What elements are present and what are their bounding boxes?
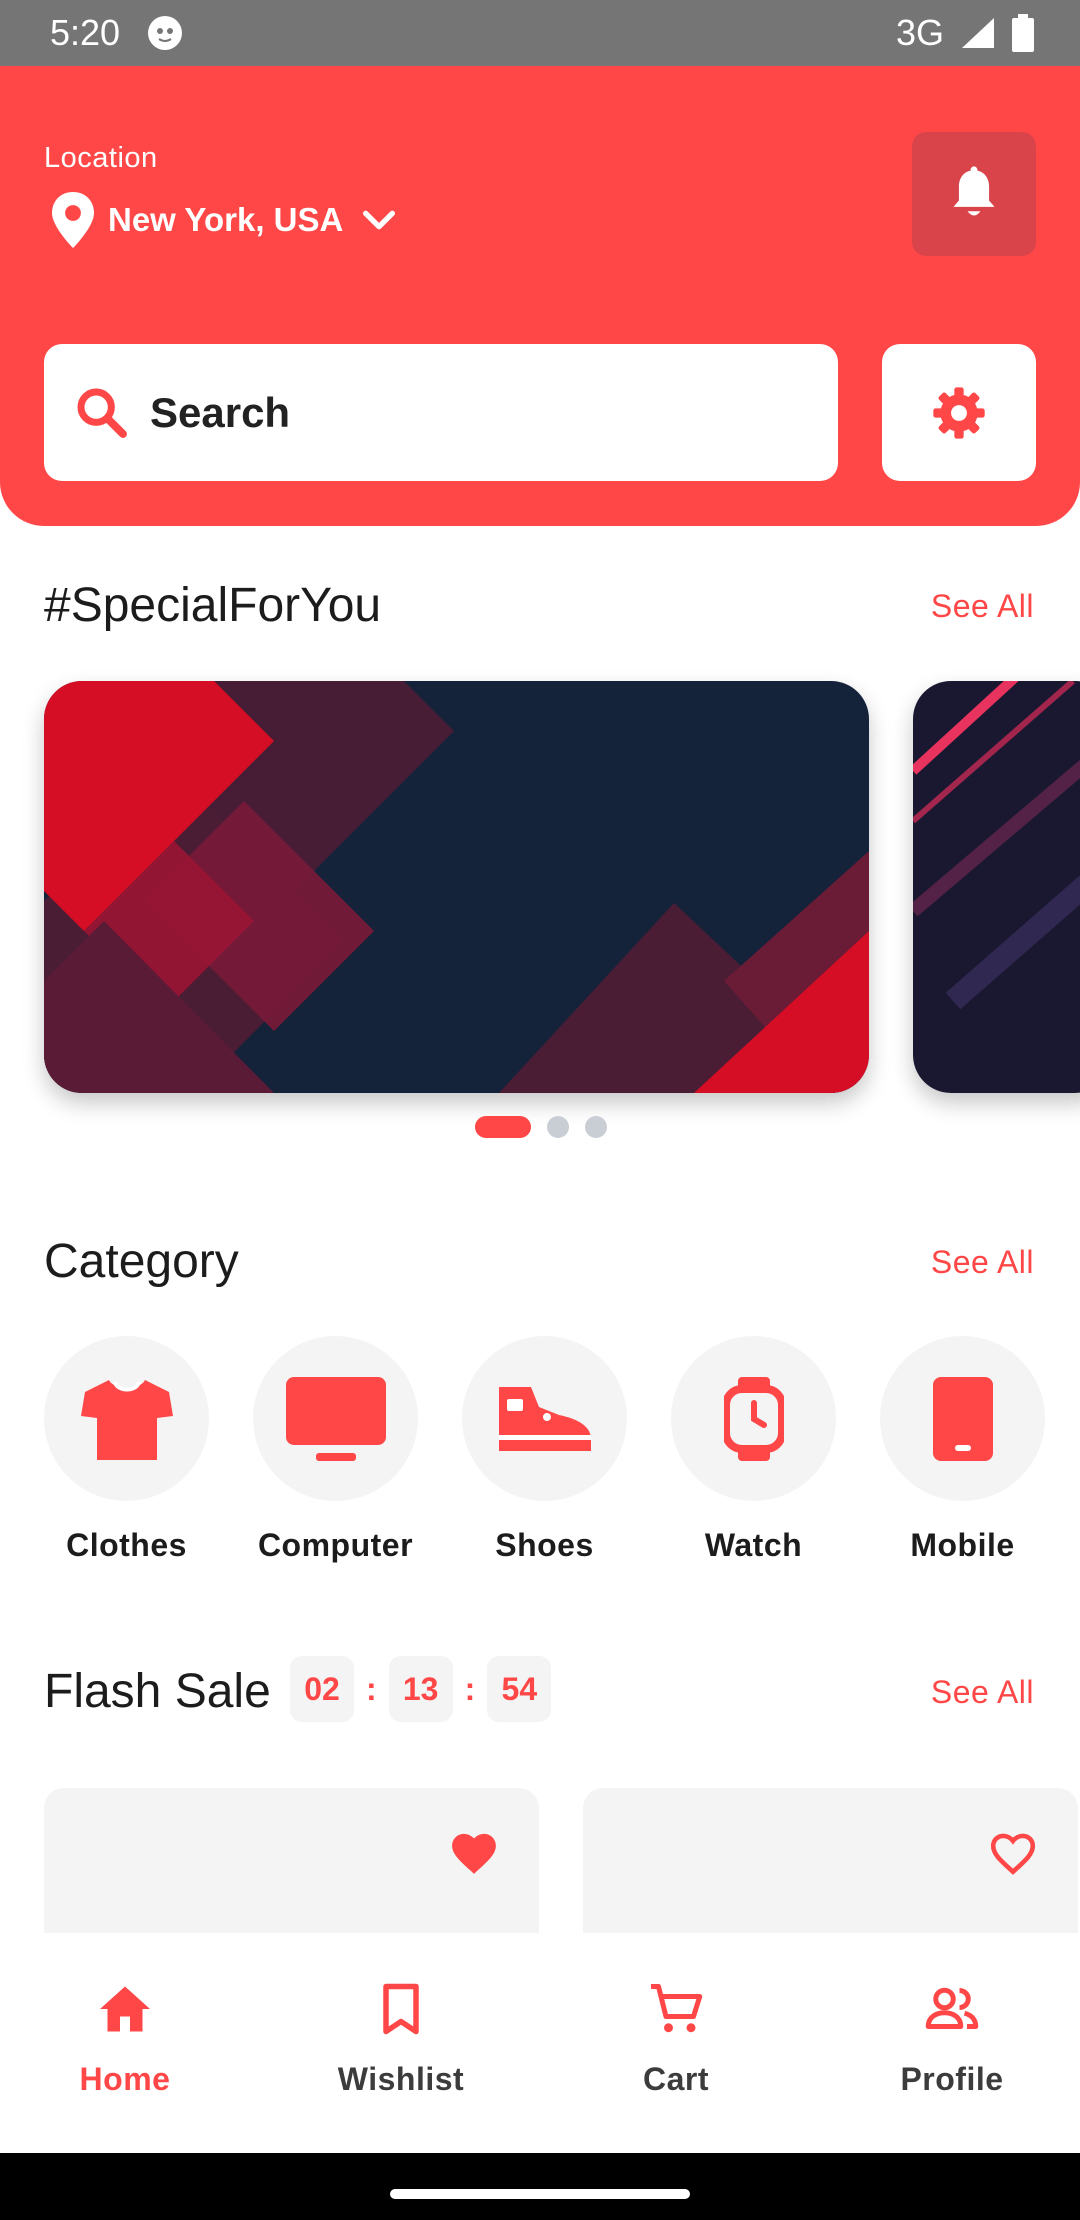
special-see-all-link[interactable]: See All [931,588,1034,625]
promo-banner-next-graphic [913,681,1080,1093]
category-label: Computer [257,1527,414,1563]
location-selector[interactable]: New York, USA [52,192,399,248]
category-label: Watch [704,1527,803,1563]
category-section-title: Category [44,1235,239,1288]
category-icon-circle [44,1336,209,1501]
category-icon-circle [462,1336,627,1501]
location-label: Location [44,142,158,174]
nav-cart[interactable]: Cart [541,1979,811,2098]
category-icon-circle [671,1336,836,1501]
search-icon [77,388,127,438]
gear-icon [933,386,985,439]
timer-minutes: 13 [388,1656,453,1722]
notification-app-icon [148,16,183,50]
nav-profile[interactable]: Profile [817,1979,1080,2098]
carousel-indicator[interactable] [475,1116,607,1138]
nav-home[interactable]: Home [0,1979,260,2098]
shoe-icon [498,1386,591,1451]
nav-wishlist[interactable]: Wishlist [266,1979,536,2098]
category-see-all-link[interactable]: See All [931,1244,1034,1281]
bell-icon [953,166,995,216]
countdown-timer: 02 : 13 : 54 [290,1656,552,1722]
special-section-title: #SpecialForYou [44,579,382,632]
watch-icon [723,1376,784,1461]
nav-label: Cart [642,2061,709,2097]
timer-separator: : [366,1670,377,1707]
header: Location New York, USA [0,66,1080,526]
search-bar[interactable] [44,344,838,481]
home-gesture-handle[interactable] [390,2189,690,2199]
heart-outline-icon[interactable] [988,1828,1038,1878]
network-type: 3G [895,12,944,53]
nav-label: Wishlist [337,2061,465,2097]
carousel-dot[interactable] [547,1116,569,1138]
category-shoes[interactable]: Shoes [462,1336,627,1564]
category-icon-circle [880,1336,1045,1501]
carousel-dot-active[interactable] [475,1116,531,1138]
flash-sale-title: Flash Sale [44,1665,271,1718]
category-label: Shoes [495,1527,594,1563]
promo-banner-next[interactable] [913,681,1080,1093]
phone-icon [932,1376,993,1461]
home-icon [100,1986,150,2032]
status-bar: 5:20 3G [0,0,1080,66]
system-navigation-bar [0,2153,1080,2220]
timer-hours: 02 [290,1656,354,1722]
carousel-dot[interactable] [585,1116,607,1138]
nav-label: Home [79,2061,171,2097]
battery-icon [1012,14,1034,52]
promo-banner[interactable] [44,681,869,1093]
nav-label: Profile [900,2061,1004,2097]
category-icon-circle [253,1336,418,1501]
timer-separator: : [464,1670,476,1707]
heart-filled-icon[interactable] [449,1828,499,1878]
category-clothes[interactable]: Clothes [44,1336,209,1564]
bookmark-icon [383,1983,419,2035]
category-label: Clothes [66,1527,187,1563]
status-time: 5:20 [50,12,121,53]
location-value: New York, USA [108,201,344,238]
search-input[interactable] [150,388,750,437]
notifications-button[interactable] [912,132,1036,256]
promo-banner-graphic [44,681,869,1093]
people-icon [925,1987,979,2029]
timer-seconds: 54 [487,1656,552,1722]
cart-icon [651,1984,703,2033]
bottom-navigation: Home Wishlist Cart Profile [0,1933,1080,2153]
filter-settings-button[interactable] [882,344,1036,481]
category-mobile[interactable]: Mobile [880,1336,1045,1564]
monitor-icon [285,1376,386,1461]
category-label: Mobile [910,1527,1015,1563]
signal-icon [962,18,994,48]
category-computer[interactable]: Computer [253,1336,418,1564]
tshirt-icon [80,1379,173,1460]
location-pin-icon [52,192,94,248]
category-watch[interactable]: Watch [671,1336,836,1564]
chevron-down-icon [363,210,396,230]
flash-sale-see-all-link[interactable]: See All [931,1674,1034,1711]
